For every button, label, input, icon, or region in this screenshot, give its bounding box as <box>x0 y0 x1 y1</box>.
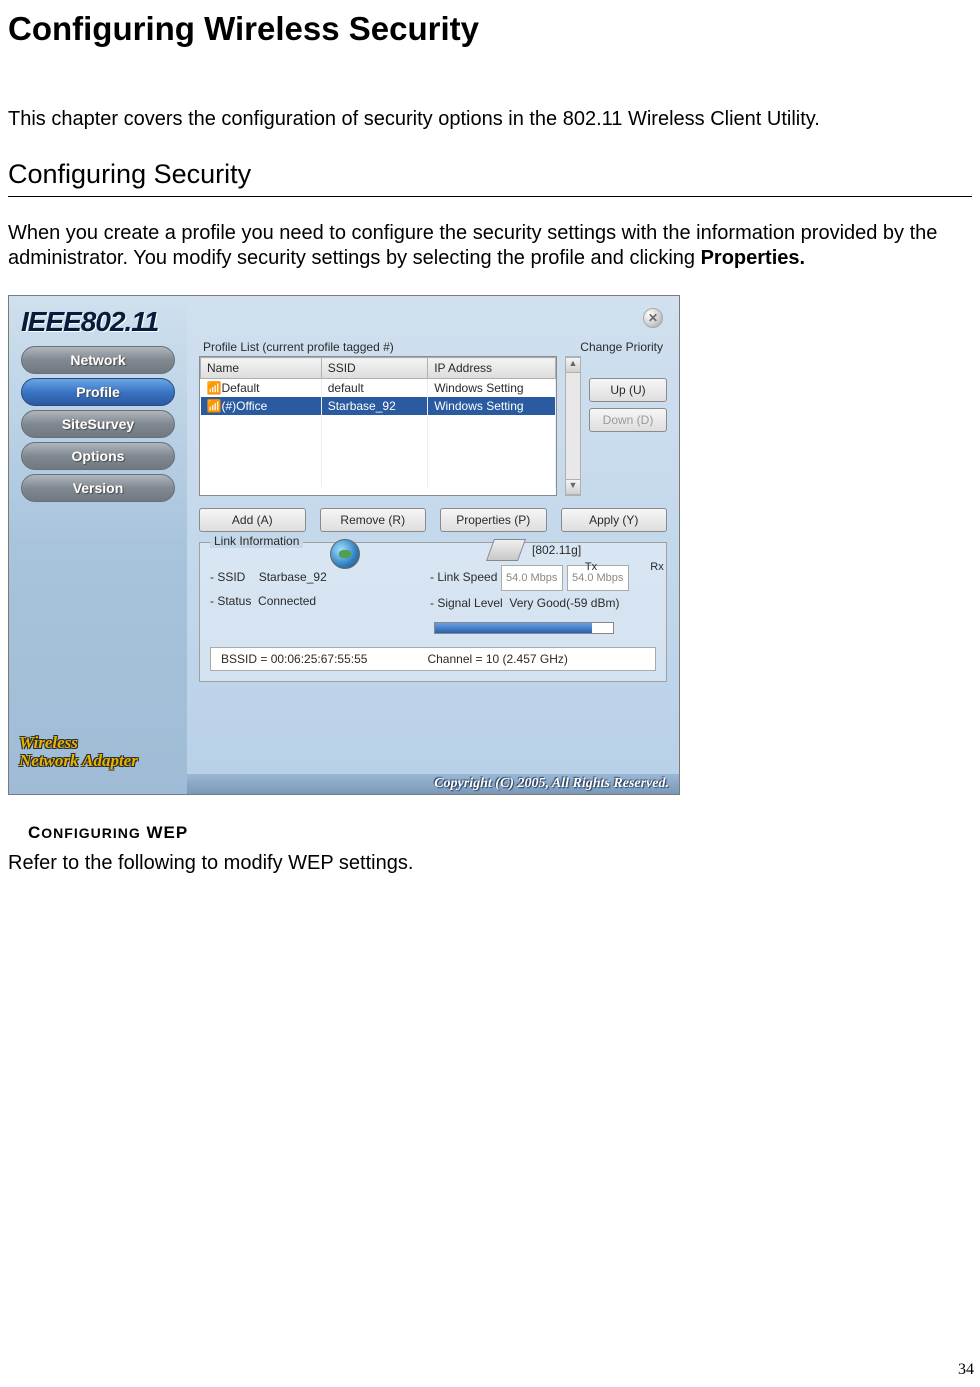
signal-label: - Signal Level <box>430 596 503 610</box>
channel-value: Channel = 10 (2.457 GHz) <box>427 652 567 666</box>
scroll-up-icon[interactable]: ▲ <box>566 357 580 373</box>
status-label: - Status <box>210 594 251 608</box>
link-information-box: Link Information [802.11g] Tx Rx - SSID … <box>199 542 667 682</box>
table-header-row: Name SSID IP Address <box>201 358 556 379</box>
table-row <box>201 469 556 487</box>
close-icon[interactable]: ✕ <box>643 308 663 328</box>
subhead-onfiguring: ONFIGURING <box>41 825 140 841</box>
nav-profile[interactable]: Profile <box>21 378 175 406</box>
protocol-label: [802.11g] <box>532 543 581 557</box>
adapter-label-line2: Network Adapter <box>19 751 138 770</box>
body-bold: Properties. <box>701 247 805 269</box>
profile-table[interactable]: Name SSID IP Address 📶Default default Wi… <box>199 356 557 496</box>
col-ip[interactable]: IP Address <box>428 358 556 379</box>
scroll-down-icon[interactable]: ▼ <box>566 479 580 495</box>
cell-ssid: Starbase_92 <box>321 397 428 415</box>
rx-label: Rx <box>626 561 680 573</box>
signal-icon: 📶 <box>207 399 222 413</box>
main-inner: Profile List (current profile tagged #) … <box>187 296 679 682</box>
bssid-value: BSSID = 00:06:25:67:55:55 <box>221 652 367 666</box>
speed-label: - Link Speed <box>430 570 497 584</box>
network-card-icon <box>486 539 526 561</box>
nav-options[interactable]: Options <box>21 442 175 470</box>
up-button[interactable]: Up (U) <box>589 378 667 402</box>
subhead-wep: WEP <box>141 823 188 842</box>
add-button[interactable]: Add (A) <box>199 508 306 532</box>
status-value: Connected <box>258 594 316 608</box>
nav-sitesurvey[interactable]: SiteSurvey <box>21 410 175 438</box>
nav-version[interactable]: Version <box>21 474 175 502</box>
table-row <box>201 433 556 451</box>
change-priority-label: Change Priority <box>580 340 663 354</box>
cell-ssid: default <box>321 379 428 398</box>
wep-subheading: CONFIGURING WEP <box>28 823 972 843</box>
signal-icon: 📶 <box>207 381 222 395</box>
tx-rate: 54.0 Mbps <box>501 565 563 591</box>
app-logo: IEEE802.11 <box>9 296 187 342</box>
signal-bar <box>434 622 614 634</box>
ssid-label: - SSID <box>210 570 245 584</box>
ssid-value: Starbase_92 <box>259 570 327 584</box>
down-button[interactable]: Down (D) <box>589 408 667 432</box>
cell-name: (#)Office <box>221 399 267 413</box>
table-row <box>201 451 556 469</box>
app-screenshot: IEEE802.11 Network Profile SiteSurvey Op… <box>8 295 680 795</box>
adapter-label: Wireless Network Adapter <box>19 734 138 770</box>
cell-ip: Windows Setting <box>428 397 556 415</box>
signal-fill <box>435 623 592 633</box>
sidebar: IEEE802.11 Network Profile SiteSurvey Op… <box>9 296 187 794</box>
nav-network[interactable]: Network <box>21 346 175 374</box>
subhead-c: C <box>28 823 41 842</box>
table-row <box>201 415 556 433</box>
action-row: Add (A) Remove (R) Properties (P) Apply … <box>199 508 667 532</box>
divider <box>8 196 972 197</box>
properties-button[interactable]: Properties (P) <box>440 508 547 532</box>
page-number: 34 <box>958 1361 974 1379</box>
scrollbar[interactable]: ▲ ▼ <box>565 356 581 496</box>
globe-icon <box>330 539 360 569</box>
col-ssid[interactable]: SSID <box>321 358 428 379</box>
adapter-label-line1: Wireless <box>19 733 78 752</box>
signal-value: Very Good(-59 dBm) <box>509 596 619 610</box>
chapter-intro: This chapter covers the configuration of… <box>8 108 972 131</box>
profile-list-label: Profile List (current profile tagged #) <box>203 340 394 354</box>
table-row[interactable]: 📶Default default Windows Setting <box>201 379 556 398</box>
body-paragraph: When you create a profile you need to co… <box>8 221 972 271</box>
list-header: Profile List (current profile tagged #) … <box>199 340 667 356</box>
table-row[interactable]: 📶(#)Office Starbase_92 Windows Setting <box>201 397 556 415</box>
section-heading: Configuring Security <box>8 159 972 190</box>
profile-area: Name SSID IP Address 📶Default default Wi… <box>199 356 667 496</box>
document-page: Configuring Wireless Security This chapt… <box>0 0 980 1387</box>
wep-body: Refer to the following to modify WEP set… <box>8 851 972 876</box>
remove-button[interactable]: Remove (R) <box>320 508 427 532</box>
copyright-bar: Copyright (C) 2005, All Rights Reserved. <box>187 774 679 794</box>
col-name[interactable]: Name <box>201 358 322 379</box>
cell-name: Default <box>221 381 259 395</box>
link-col-left: - SSID Starbase_92 - Status Connected <box>210 565 410 639</box>
txrx-header: Tx Rx <box>560 561 680 573</box>
bssid-row: BSSID = 00:06:25:67:55:55 Channel = 10 (… <box>210 647 656 671</box>
main-panel: ✕ Profile List (current profile tagged #… <box>187 296 679 794</box>
page-title: Configuring Wireless Security <box>8 10 972 48</box>
link-grid: - SSID Starbase_92 - Status Connected - … <box>210 565 656 639</box>
cell-ip: Windows Setting <box>428 379 556 398</box>
link-info-label: Link Information <box>210 534 303 548</box>
apply-button[interactable]: Apply (Y) <box>561 508 668 532</box>
link-col-right: - Link Speed 54.0 Mbps 54.0 Mbps - Signa… <box>430 565 656 639</box>
tx-label: Tx <box>560 561 622 573</box>
priority-buttons: Up (U) Down (D) <box>589 356 667 496</box>
